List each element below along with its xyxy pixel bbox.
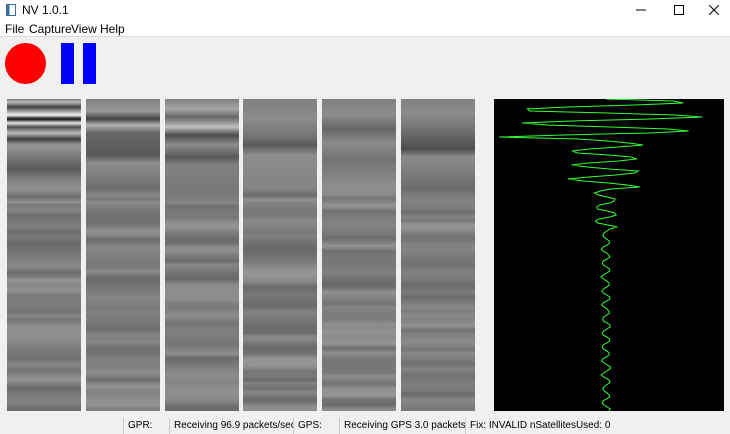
menu-file[interactable]: File bbox=[5, 22, 24, 36]
radargram-panel-6 bbox=[401, 99, 475, 411]
gps-label: GPS: bbox=[293, 418, 339, 434]
gpr-label: GPR: bbox=[123, 418, 169, 434]
close-button[interactable] bbox=[697, 0, 730, 20]
menu-bar: File Capture View Help bbox=[0, 20, 730, 37]
menu-capture[interactable]: Capture bbox=[29, 22, 72, 36]
status-bar: GPR: Receiving 96.9 packets/sec, ... GPS… bbox=[0, 418, 730, 434]
title-bar: NV 1.0.1 bbox=[0, 0, 730, 20]
trace-plot bbox=[494, 99, 724, 411]
fix-status: Fix: INVALID nSatellitesUsed: 0 bbox=[465, 418, 625, 434]
record-button[interactable] bbox=[5, 43, 46, 84]
pause-bars-icon bbox=[61, 43, 74, 84]
menu-view[interactable]: View bbox=[71, 22, 97, 36]
radargram-panel-4 bbox=[243, 99, 317, 411]
gpr-status: Receiving 96.9 packets/sec, ... bbox=[169, 418, 293, 434]
radargram-panel-2 bbox=[86, 99, 160, 411]
window-title: NV 1.0.1 bbox=[22, 3, 69, 17]
minimize-icon bbox=[636, 9, 646, 11]
pause-button[interactable] bbox=[61, 43, 98, 84]
radargram-panel-5 bbox=[322, 99, 396, 411]
maximize-button[interactable] bbox=[662, 0, 696, 20]
trace-waveform bbox=[499, 99, 703, 411]
minimize-button[interactable] bbox=[624, 0, 658, 20]
trace-plot-canvas bbox=[499, 99, 703, 411]
maximize-icon bbox=[674, 5, 684, 15]
gps-status: Receiving GPS 3.0 packets/s... bbox=[339, 418, 465, 434]
radargram-panel-1 bbox=[7, 99, 81, 411]
app-window-icon bbox=[6, 4, 16, 16]
close-icon bbox=[709, 5, 719, 15]
menu-help[interactable]: Help bbox=[100, 22, 125, 36]
radargram-panel-3 bbox=[165, 99, 239, 411]
pause-bar-right bbox=[83, 43, 96, 84]
